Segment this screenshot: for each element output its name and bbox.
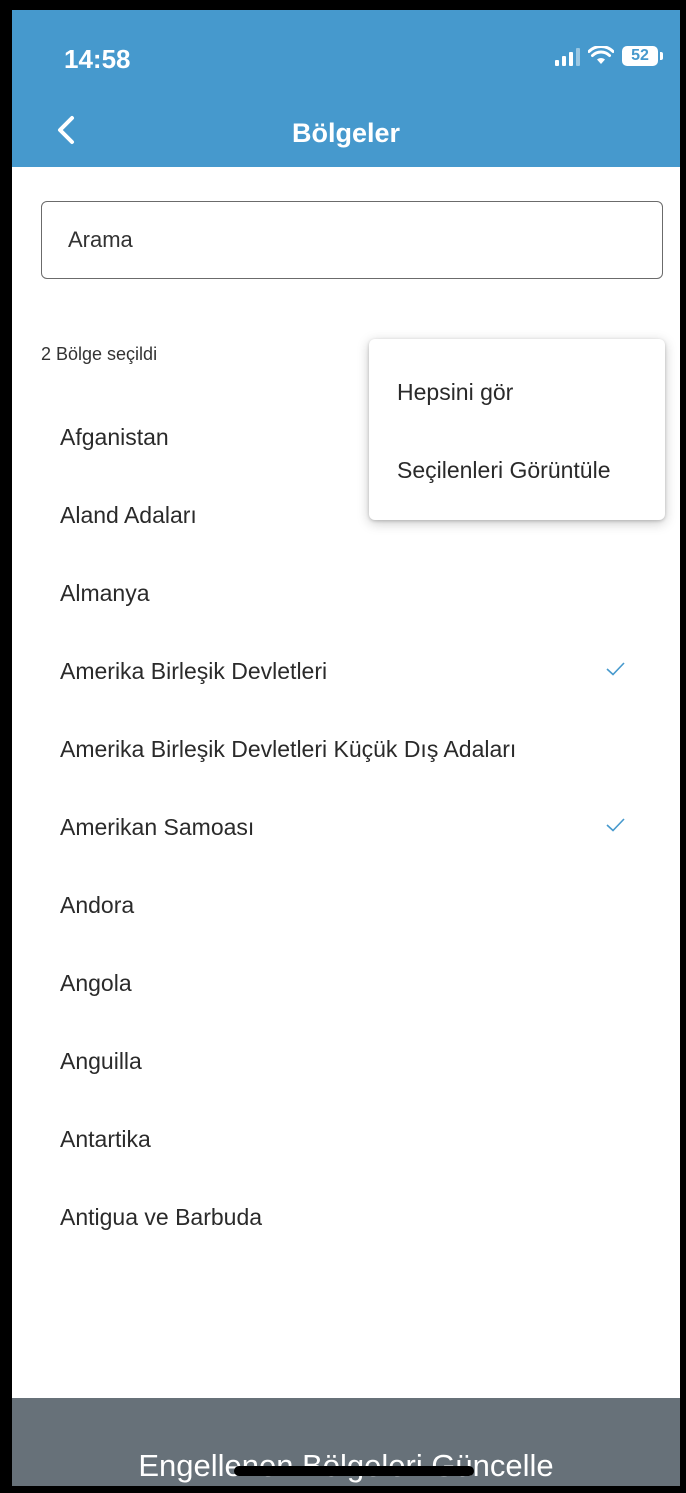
list-item[interactable]: Almanya: [12, 554, 680, 632]
search-input[interactable]: [41, 201, 663, 279]
battery-icon: 52: [622, 46, 663, 66]
region-name: Anguilla: [60, 1047, 142, 1074]
region-name: Angola: [60, 969, 132, 996]
filter-dropdown-menu: Hepsini gör Seçilenleri Görüntüle: [369, 339, 665, 520]
region-name: Andora: [60, 891, 135, 918]
region-list: Afganistan Aland Adaları Almanya Amerika…: [12, 398, 680, 1256]
top-bar: 14:58 52 Bölgeler: [12, 10, 680, 167]
checkmark-icon: [606, 818, 625, 832]
list-item[interactable]: Antartika: [12, 1100, 680, 1178]
signal-icon: [555, 46, 580, 66]
page-title: Bölgeler: [291, 118, 401, 148]
region-name: Amerikan Samoası: [60, 813, 255, 840]
checkmark-icon: [606, 662, 625, 676]
region-name: Almanya: [60, 579, 150, 606]
status-icons: 52: [555, 46, 663, 66]
app-screen: 14:58 52 Bölgeler 2 Bölge seçildi Afgani…: [12, 10, 680, 1486]
wifi-icon: [588, 46, 614, 64]
region-name: Afganistan: [60, 423, 169, 450]
menu-item-show-selected[interactable]: Seçilenleri Görüntüle: [397, 457, 611, 484]
list-item[interactable]: Amerika Birleşik Devletleri: [12, 632, 680, 710]
region-name: Amerika Birleşik Devletleri: [60, 657, 328, 684]
list-item[interactable]: Antigua ve Barbuda: [12, 1178, 680, 1256]
region-name: Antartika: [60, 1125, 151, 1152]
home-indicator: [234, 1466, 474, 1476]
status-time: 14:58: [64, 44, 131, 74]
list-item[interactable]: Amerika Birleşik Devletleri Küçük Dış Ad…: [12, 710, 680, 788]
list-item[interactable]: Andora: [12, 866, 680, 944]
list-item[interactable]: Angola: [12, 944, 680, 1022]
selected-count-label: 2 Bölge seçildi: [41, 344, 158, 364]
region-name: Amerika Birleşik Devletleri Küçük Dış Ad…: [60, 735, 517, 762]
list-item[interactable]: Amerikan Samoası: [12, 788, 680, 866]
menu-item-show-all[interactable]: Hepsini gör: [397, 379, 513, 406]
region-name: Aland Adaları: [60, 501, 197, 528]
list-item[interactable]: Anguilla: [12, 1022, 680, 1100]
region-name: Antigua ve Barbuda: [60, 1203, 263, 1230]
